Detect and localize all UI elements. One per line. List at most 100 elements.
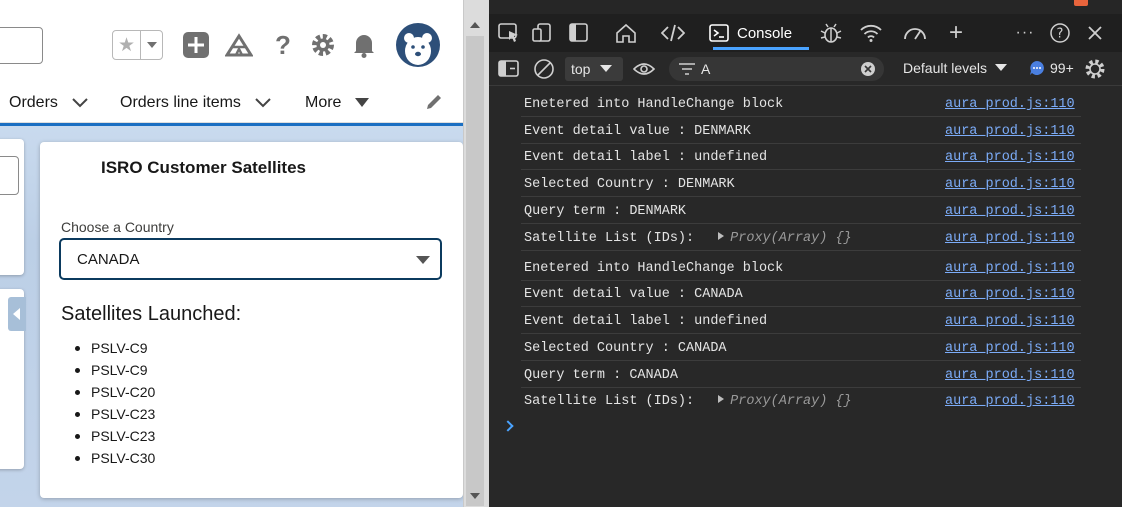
log-source-link[interactable]: aura_prod.js:110 (945, 287, 1075, 302)
log-source-link[interactable]: aura_prod.js:110 (945, 341, 1075, 356)
live-expression-eye-icon[interactable] (632, 57, 656, 81)
log-source-link[interactable]: aura_prod.js:110 (945, 231, 1075, 246)
log-message: Satellite List (IDs): Proxy(Array) {} (524, 394, 852, 409)
console-log-row: Event detail label : undefined aura_prod… (521, 143, 1081, 170)
console-settings-gear-icon[interactable] (1083, 57, 1107, 81)
console-log-row: Query term : CANADA aura_prod.js:110 (521, 361, 1081, 388)
caret-down-icon (355, 98, 370, 107)
global-actions-plus-icon[interactable] (181, 29, 211, 61)
log-source-link[interactable]: aura_prod.js:110 (945, 150, 1075, 165)
list-item: PSLV-C23 (74, 403, 155, 425)
console-log-row: Event detail value : DENMARK aura_prod.j… (521, 117, 1081, 144)
scroll-up-arrow-icon[interactable] (470, 22, 480, 28)
network-wifi-icon[interactable] (859, 21, 883, 45)
performance-gauge-icon[interactable] (902, 21, 926, 45)
log-source-link[interactable]: aura_prod.js:110 (945, 368, 1075, 383)
global-search-input[interactable] (0, 27, 43, 64)
log-levels-dropdown[interactable]: Default levels (903, 60, 1008, 76)
more-tools-plus-icon[interactable]: + (944, 19, 968, 46)
country-combobox[interactable]: CANADA (59, 238, 442, 280)
collapse-left-icon[interactable] (8, 297, 26, 331)
devtools-panel: Console + ··· ? top A Default levels 99+… (489, 0, 1122, 507)
user-avatar[interactable] (396, 23, 440, 67)
log-message: Query term : CANADA (524, 368, 678, 383)
context-selector[interactable]: top (565, 57, 623, 81)
console-filter-value: A (701, 61, 711, 77)
trailhead-icon[interactable] (224, 29, 254, 61)
setup-gear-icon[interactable] (308, 29, 338, 61)
tab-console[interactable]: Console (705, 14, 811, 52)
help-icon[interactable]: ? (268, 29, 298, 61)
expand-triangle-icon[interactable] (718, 395, 725, 403)
welcome-home-icon[interactable] (614, 21, 638, 45)
page-scrollbar[interactable] (463, 0, 489, 507)
help-icon[interactable]: ? (1048, 21, 1072, 45)
console-icon (709, 24, 729, 42)
console-output: Enetered into HandleChange block aura_pr… (489, 87, 1122, 507)
console-toolbar: top A Default levels 99+ (489, 52, 1122, 86)
nav-item-orders-line-items[interactable]: Orders line items (120, 92, 271, 114)
chevron-down-icon[interactable] (255, 98, 271, 108)
devtools-top-strip (489, 0, 1122, 14)
nav-item-orders[interactable]: Orders (9, 92, 88, 114)
clear-filter-icon[interactable] (860, 61, 876, 77)
list-item: PSLV-C9 (74, 359, 155, 381)
salesforce-app: ★ ? Orders Orders line items More ISRO C… (0, 0, 463, 507)
log-source-link[interactable]: aura_prod.js:110 (945, 97, 1075, 112)
inspect-element-icon[interactable] (497, 21, 521, 45)
clear-console-icon[interactable] (532, 57, 556, 81)
log-message: Enetered into HandleChange block (524, 261, 784, 276)
log-source-link[interactable]: aura_prod.js:110 (945, 124, 1075, 139)
console-prompt-chevron-icon[interactable] (502, 420, 514, 432)
expand-triangle-icon[interactable] (718, 232, 725, 240)
issues-count: 99+ (1050, 60, 1074, 76)
dock-side-icon[interactable] (567, 21, 591, 45)
scroll-down-arrow-icon[interactable] (470, 493, 480, 499)
caret-down-icon (416, 256, 430, 264)
console-log-row: Selected Country : CANADA aura_prod.js:1… (521, 334, 1081, 361)
global-header: ★ ? (0, 0, 463, 82)
notifications-bell-icon[interactable] (349, 29, 379, 61)
list-item: PSLV-C30 (74, 447, 155, 469)
log-source-link[interactable]: aura_prod.js:110 (945, 261, 1075, 276)
notification-badge (1074, 0, 1088, 6)
log-message: Event detail label : undefined (524, 314, 768, 329)
favorites-group: ★ (112, 30, 163, 60)
log-proxy-object[interactable]: Proxy(Array) {} (730, 231, 852, 246)
console-log-row: Query term : DENMARK aura_prod.js:110 (521, 197, 1081, 224)
log-message: Query term : DENMARK (524, 204, 687, 219)
log-source-link[interactable]: aura_prod.js:110 (945, 204, 1075, 219)
scrollbar-thumb[interactable] (466, 36, 484, 506)
log-message: Event detail value : DENMARK (524, 124, 751, 139)
sources-bug-icon[interactable] (819, 21, 843, 45)
console-filter-input[interactable]: A (669, 57, 884, 81)
edit-nav-pencil-icon[interactable] (424, 92, 444, 112)
console-log-row: Event detail value : CANADA aura_prod.js… (521, 280, 1081, 307)
console-log-row: Satellite List (IDs): Proxy(Array) {} aur… (521, 224, 1081, 251)
left-card-input[interactable] (0, 156, 19, 195)
close-devtools-icon[interactable] (1083, 21, 1107, 45)
nav-item-label: More (305, 94, 342, 111)
svg-text:?: ? (1057, 27, 1064, 42)
nav-item-label: Orders line items (120, 94, 241, 111)
device-emulation-icon[interactable] (531, 21, 555, 45)
log-source-link[interactable]: aura_prod.js:110 (945, 177, 1075, 192)
chevron-down-icon[interactable] (72, 98, 88, 108)
favorite-star-icon[interactable]: ★ (113, 31, 140, 59)
console-scrollbar[interactable] (1089, 87, 1105, 507)
nav-item-more[interactable]: More (305, 92, 370, 114)
issues-message-icon (1030, 61, 1044, 75)
log-source-link[interactable]: aura_prod.js:110 (945, 314, 1075, 329)
log-message: Event detail value : CANADA (524, 287, 743, 302)
log-proxy-object[interactable]: Proxy(Array) {} (730, 394, 852, 409)
console-log-row: Selected Country : DENMARK aura_prod.js:… (521, 170, 1081, 197)
toggle-sidebar-icon[interactable] (497, 57, 521, 81)
satellite-list: PSLV-C9 PSLV-C9 PSLV-C20 PSLV-C23 PSLV-C… (74, 337, 155, 469)
log-source-link[interactable]: aura_prod.js:110 (945, 394, 1075, 409)
issues-counter[interactable]: 99+ (1029, 60, 1074, 76)
more-options-ellipsis-icon[interactable]: ··· (1013, 21, 1037, 45)
favorites-menu-chevron-icon[interactable] (140, 31, 162, 59)
isro-satellites-card: ISRO Customer Satellites Choose a Countr… (40, 142, 463, 498)
list-item: PSLV-C9 (74, 337, 155, 359)
elements-code-icon[interactable] (661, 21, 685, 45)
